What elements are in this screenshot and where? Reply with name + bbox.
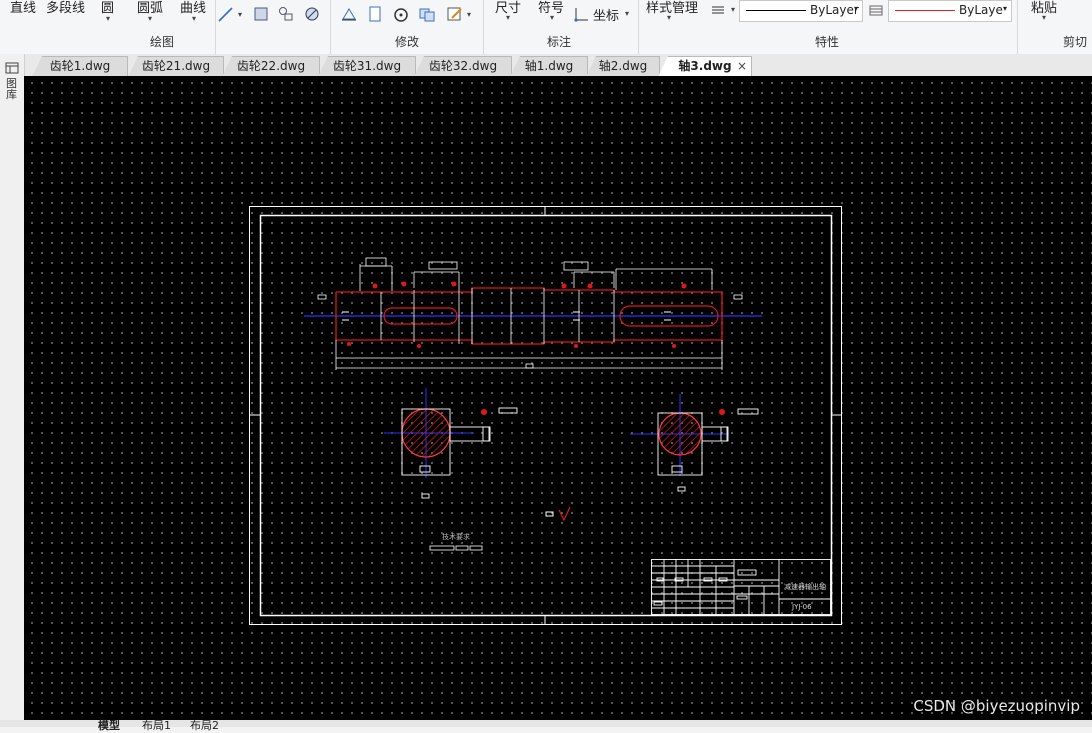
color-swatch	[895, 10, 955, 11]
tab-label: 齿轮21.dwg	[141, 59, 211, 73]
tab-gear21[interactable]: 齿轮21.dwg	[128, 56, 224, 77]
lineweight-dropdown-icon[interactable]: ▾	[731, 5, 735, 14]
close-icon[interactable]: ×	[737, 57, 747, 76]
shaft-main-view	[304, 257, 762, 370]
curve-dropdown-icon[interactable]: ▾	[192, 14, 196, 23]
title-block-name: 减速器输出轴	[784, 583, 826, 591]
properties-group: 样式管理 ▾ ▾ ByLayer ▾ ByLaye ▾ 特性	[639, 0, 1018, 54]
library-icon[interactable]	[5, 61, 19, 75]
tab-label: 齿轮22.dwg	[236, 59, 306, 73]
line-button[interactable]: 直线	[10, 0, 36, 16]
annotate-group-title: 标注	[547, 35, 572, 49]
line-tool-dropdown-icon[interactable]: ▾	[238, 10, 242, 19]
clipboard-group: 粘贴 ▾ 剪切	[1018, 0, 1092, 54]
tech-requirements-block	[429, 545, 483, 551]
modify-group-title: 修改	[395, 35, 420, 49]
left-side-panel: 图库	[0, 54, 25, 727]
tab-model[interactable]: 模型	[98, 717, 120, 733]
lineweight-icon[interactable]	[709, 1, 727, 19]
symbol-dropdown-icon[interactable]: ▾	[550, 13, 554, 22]
linetype-select[interactable]: ByLayer ▾	[739, 0, 863, 22]
tab-label: 齿轮1.dwg	[49, 59, 111, 73]
tech-requirements-title: 技术要求	[442, 533, 470, 541]
tab-label: 齿轮32.dwg	[428, 59, 498, 73]
clipboard-group-title: 剪切	[1063, 35, 1088, 49]
drawing-canvas[interactable]: 技术要求 减速器输出轴 JYJ-06	[24, 76, 1092, 720]
copy-icon[interactable]	[418, 5, 436, 23]
outer-frame	[249, 206, 842, 625]
color-select[interactable]: ByLaye ▾	[888, 0, 1012, 22]
document-tabs: 齿轮1.dwg 齿轮21.dwg 齿轮22.dwg 齿轮31.dwg 齿轮32.…	[0, 54, 1092, 77]
section-right-hatch	[658, 412, 702, 456]
tab-gear31[interactable]: 齿轮31.dwg	[318, 56, 416, 77]
edit-icon[interactable]	[446, 5, 464, 23]
annotate-group: 尺寸 ▾ 符号 ▾ 坐标 ▾ 标注	[483, 0, 639, 54]
rectangle-icon[interactable]	[252, 5, 270, 23]
section-left-hatch	[401, 408, 451, 458]
shapes-icon[interactable]	[277, 5, 295, 23]
tab-label: 齿轮31.dwg	[332, 59, 402, 73]
tab-shaft3[interactable]: 轴3.dwg ×	[658, 56, 752, 77]
ribbon: 直线 多段线 圆 ▾ 圆弧 ▾ 曲线 ▾ 绘图 ▾ 修改 ▾ 尺寸 ▾ 符号 ▾…	[0, 0, 1092, 55]
watermark: CSDN @biyezuopinvip	[913, 697, 1080, 715]
tab-label: 轴1.dwg	[524, 59, 574, 73]
modify-dropdown-icon[interactable]: ▾	[467, 10, 471, 19]
circle-dropdown-icon[interactable]: ▾	[106, 14, 110, 23]
coordinate-dropdown-icon[interactable]: ▾	[625, 9, 629, 18]
cad-drawing[interactable]	[24, 76, 1092, 720]
tab-gear32[interactable]: 齿轮32.dwg	[414, 56, 512, 77]
linetype-value: ByLayer	[810, 3, 859, 17]
stretch-icon[interactable]	[340, 5, 358, 23]
tab-label: 轴2.dwg	[598, 59, 648, 73]
chevron-down-icon: ▾	[1002, 4, 1007, 13]
hatch-icon[interactable]	[303, 5, 321, 23]
roughness-symbol	[558, 506, 571, 522]
draw-group-title: 绘图	[150, 35, 175, 49]
page-icon[interactable]	[366, 5, 384, 23]
tab-shaft1[interactable]: 轴1.dwg	[510, 56, 588, 77]
section-view-right	[630, 394, 759, 492]
layout-tabs: 模型 布局1 布局2	[0, 719, 1092, 732]
tab-label: 轴3.dwg	[678, 59, 732, 73]
style-manager-dropdown-icon[interactable]: ▾	[667, 13, 671, 22]
polyline-button[interactable]: 多段线	[46, 0, 85, 16]
rotate-icon[interactable]	[392, 6, 410, 24]
title-block-code: JYJ-06	[792, 603, 812, 611]
color-icon[interactable]	[867, 1, 885, 19]
tab-layout2[interactable]: 布局2	[190, 717, 219, 733]
coordinate-button[interactable]: 坐标	[593, 5, 619, 24]
chevron-down-icon: ▾	[853, 4, 858, 13]
linetype-swatch	[746, 10, 806, 11]
library-label[interactable]: 图库	[6, 78, 18, 100]
roughness-mark-box	[545, 511, 554, 517]
construction-line-icon[interactable]	[217, 5, 235, 23]
color-value: ByLaye	[959, 3, 1003, 17]
arc-dropdown-icon[interactable]: ▾	[148, 14, 152, 23]
tab-shaft2[interactable]: 轴2.dwg	[586, 56, 660, 77]
draw-group: 直线 多段线 圆 ▾ 圆弧 ▾ 曲线 ▾ 绘图	[0, 0, 216, 54]
tab-layout1[interactable]: 布局1	[142, 717, 171, 733]
paste-dropdown-icon[interactable]: ▾	[1042, 13, 1046, 22]
inner-frame	[259, 214, 833, 617]
section-view-left	[384, 388, 518, 499]
tab-gear22[interactable]: 齿轮22.dwg	[222, 56, 320, 77]
tab-gear1[interactable]: 齿轮1.dwg	[32, 56, 128, 77]
dimension-dropdown-icon[interactable]: ▾	[506, 13, 510, 22]
coordinate-icon[interactable]	[573, 5, 591, 23]
properties-group-title: 特性	[815, 35, 840, 49]
style-manager-button[interactable]: 样式管理	[646, 0, 698, 16]
